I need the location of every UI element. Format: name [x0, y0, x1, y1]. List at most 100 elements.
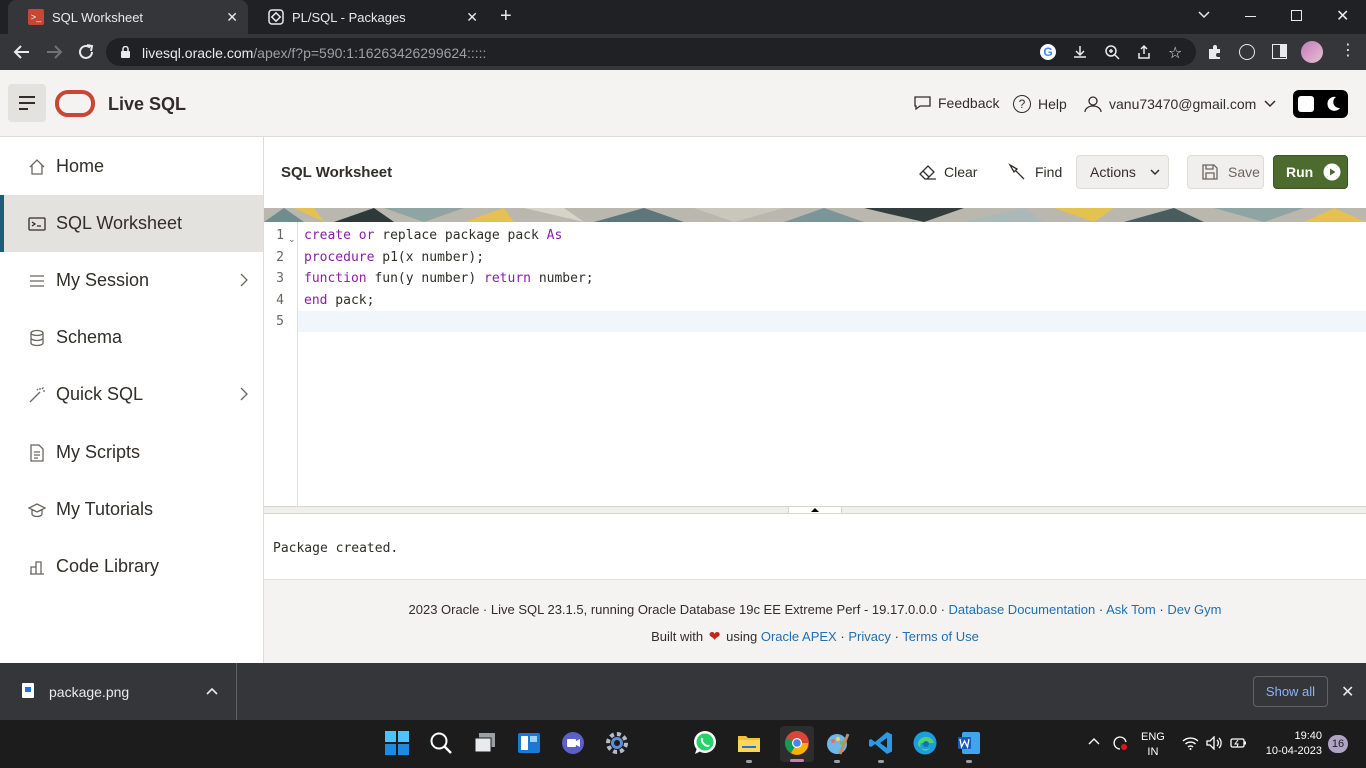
address-bar[interactable]: livesql.oracle.com/apex/f?p=590:1:162634… [106, 38, 1196, 66]
terms-of-use-link[interactable]: Terms of Use [902, 629, 979, 644]
download-bar: package.png Show all ✕ [0, 663, 1366, 720]
edge-icon[interactable] [912, 730, 940, 758]
word-icon[interactable] [956, 730, 984, 763]
actions-menu-button[interactable]: Actions [1076, 155, 1169, 189]
url-text: livesql.oracle.com/apex/f?p=590:1:162634… [142, 45, 486, 61]
theme-toggle[interactable] [1293, 90, 1348, 118]
feedback-link[interactable]: Feedback [913, 95, 999, 111]
line-number: 4 [276, 293, 284, 308]
whatsapp-icon[interactable] [692, 730, 720, 758]
oracle-logo[interactable] [55, 90, 95, 117]
search-icon[interactable] [428, 730, 456, 758]
light-mode-icon [1298, 96, 1314, 112]
lock-icon[interactable] [120, 46, 131, 59]
chevron-up-icon[interactable] [206, 687, 218, 695]
close-window-icon[interactable]: ✕ [1336, 6, 1349, 26]
footer-separator: · [894, 629, 899, 644]
sidebar-item-sql-worksheet[interactable]: SQL Worksheet [0, 195, 263, 252]
run-label: Run [1286, 164, 1314, 180]
paint-icon[interactable] [824, 730, 852, 763]
volume-icon[interactable] [1206, 736, 1223, 750]
forward-icon[interactable] [45, 43, 63, 61]
settings-gear-icon[interactable] [604, 730, 632, 758]
task-view-icon[interactable] [472, 730, 500, 758]
sidebar-item-my-scripts[interactable]: My Scripts [0, 424, 263, 481]
ask-tom-link[interactable]: Ask Tom [1106, 602, 1156, 617]
close-download-bar-icon[interactable]: ✕ [1341, 682, 1354, 702]
onedrive-sync-icon[interactable] [1111, 734, 1129, 752]
install-app-icon[interactable] [1072, 44, 1088, 60]
collapse-handle[interactable] [788, 506, 842, 514]
close-tab-icon[interactable]: ✕ [466, 10, 478, 24]
bookmark-star-icon[interactable]: ☆ [1168, 43, 1182, 63]
show-all-button[interactable]: Show all [1253, 676, 1328, 707]
language-code: ENG [1141, 731, 1165, 743]
current-line-highlight [298, 311, 1366, 332]
sql-editor[interactable]: 1 ⌄ 2 3 4 5 create or replace package pa… [264, 222, 1366, 506]
clear-button[interactable]: Clear [919, 155, 981, 189]
zoom-icon[interactable] [1104, 44, 1120, 60]
chevron-down-icon [1150, 168, 1160, 176]
sidebar-item-quick-sql[interactable]: Quick SQL [0, 366, 263, 423]
sidebar-item-label: Code Library [56, 556, 160, 576]
file-explorer-icon[interactable] [736, 730, 764, 763]
new-tab-icon[interactable]: + [500, 6, 512, 26]
input-language-indicator[interactable]: ENG IN [1141, 730, 1165, 760]
sidebar-item-code-library[interactable]: Code Library [0, 538, 263, 595]
sync-icon[interactable] [1239, 44, 1255, 60]
close-tab-icon[interactable]: ✕ [226, 10, 238, 24]
system-clock[interactable]: 19:40 10-04-2023 [1258, 729, 1322, 759]
tab-search-icon[interactable] [1197, 7, 1211, 21]
download-item[interactable]: package.png [0, 663, 237, 720]
code-line: procedure p1(x number); [304, 250, 485, 265]
side-panel-icon[interactable] [1272, 44, 1287, 59]
user-menu[interactable]: vanu73470@gmail.com [1084, 95, 1276, 113]
line-number: 3 [276, 271, 284, 286]
run-button[interactable]: Run [1273, 155, 1348, 189]
save-label: Save [1228, 164, 1260, 180]
database-documentation-link[interactable]: Database Documentation [949, 602, 1096, 617]
menu-toggle-button[interactable] [8, 84, 46, 122]
home-icon [28, 158, 46, 176]
chevron-up-icon[interactable] [1088, 737, 1100, 745]
app-title[interactable]: Live SQL [108, 94, 186, 115]
save-button[interactable]: Save [1187, 155, 1264, 189]
vscode-icon[interactable] [868, 730, 896, 763]
chrome-taskbar-button[interactable] [780, 726, 814, 762]
pane-resizer[interactable] [264, 506, 1366, 514]
wifi-icon[interactable] [1182, 736, 1199, 750]
help-link[interactable]: ? Help [1013, 95, 1067, 113]
sidebar-item-my-session[interactable]: My Session [0, 252, 263, 309]
privacy-link[interactable]: Privacy [848, 629, 891, 644]
profile-avatar[interactable] [1301, 41, 1323, 63]
extensions-icon[interactable] [1207, 44, 1223, 60]
dev-gym-link[interactable]: Dev Gym [1167, 602, 1221, 617]
find-button[interactable]: Find [1008, 155, 1064, 189]
sidebar-item-home[interactable]: Home [0, 138, 263, 195]
notification-badge[interactable]: 16 [1328, 735, 1348, 753]
graduation-cap-icon [28, 501, 46, 519]
minimize-icon[interactable] [1245, 16, 1256, 17]
restore-icon[interactable] [1291, 10, 1302, 21]
line-number: 5 [276, 314, 284, 329]
widgets-icon[interactable] [516, 730, 544, 758]
back-icon[interactable] [13, 43, 31, 61]
sidebar-item-my-tutorials[interactable]: My Tutorials [0, 481, 263, 538]
windows-start-icon[interactable] [384, 730, 412, 758]
tab-sql-worksheet[interactable]: >_ SQL Worksheet ✕ [8, 0, 248, 34]
fold-chevron-icon[interactable]: ⌄ [288, 234, 296, 245]
battery-icon[interactable] [1230, 737, 1247, 749]
sidebar-item-schema[interactable]: Schema [0, 309, 263, 366]
line-number: 2 [276, 250, 284, 265]
tab-plsql-packages[interactable]: PL/SQL - Packages ✕ [248, 0, 488, 34]
teams-chat-icon[interactable] [560, 730, 588, 758]
chrome-menu-icon[interactable]: ⋮ [1340, 42, 1356, 60]
share-icon[interactable] [1136, 44, 1152, 60]
reload-icon[interactable] [77, 43, 95, 61]
google-lens-icon[interactable]: G [1040, 44, 1056, 60]
user-email: vanu73470@gmail.com [1109, 96, 1257, 112]
footer-line-2: Built with ❤ using Oracle APEX · Privacy… [264, 628, 1366, 645]
oracle-apex-link[interactable]: Oracle APEX [761, 629, 837, 644]
app-header: Live SQL Feedback ? Help vanu73470@gmail… [0, 70, 1366, 137]
sidebar-item-label: My Session [56, 270, 150, 290]
